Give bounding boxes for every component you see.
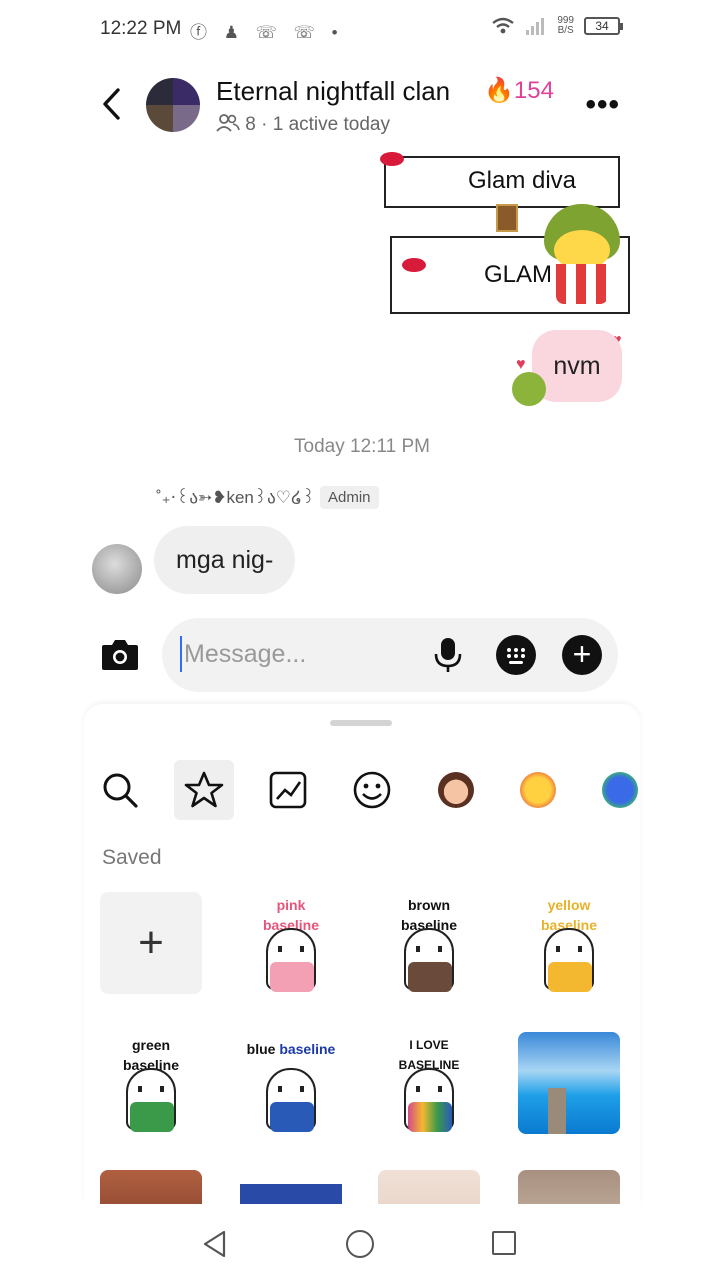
sticker-keyboard-icon[interactable] xyxy=(496,635,536,675)
chat-header: Eternal nightfall clan 🔥154 8 · 1 active… xyxy=(84,70,640,146)
admin-badge: Admin xyxy=(320,486,379,509)
frog-sticker-icon xyxy=(512,372,546,406)
streak-badge: 🔥154 xyxy=(484,76,554,105)
camera-icon[interactable] xyxy=(100,636,140,672)
pink-baseline-sticker[interactable]: pink baseline xyxy=(240,892,342,994)
network-speed: 999 B/S xyxy=(557,15,574,36)
message-composer: + xyxy=(84,618,640,692)
blue-monster-sticker-icon[interactable] xyxy=(590,760,640,820)
painting-icon xyxy=(496,204,518,232)
battery-icon: 34 xyxy=(584,17,623,35)
lips-icon xyxy=(402,258,426,272)
saved-section-label: Saved xyxy=(102,846,162,869)
message-input-pill: + xyxy=(162,618,618,692)
drag-handle[interactable] xyxy=(330,720,392,726)
trending-icon[interactable] xyxy=(258,760,318,820)
plus-icon[interactable]: + xyxy=(562,635,602,675)
group-name[interactable]: Eternal nightfall clan xyxy=(216,76,450,107)
incoming-message-bubble[interactable]: mga nig- xyxy=(154,526,296,594)
notification-icons: ⓕ ♟ ☏ ☏ • xyxy=(190,23,344,42)
sticker-tray: Saved + pink baseline brown baseline yel… xyxy=(84,704,640,1204)
sticker-card-top: Glam diva xyxy=(384,156,620,208)
sea-photo-sticker[interactable] xyxy=(518,1032,620,1134)
streak-count: 154 xyxy=(513,77,554,104)
group-avatar[interactable] xyxy=(146,78,200,132)
status-time: 12:22 PM xyxy=(100,18,182,39)
nav-home-icon[interactable] xyxy=(346,1230,374,1258)
search-icon[interactable] xyxy=(90,760,150,820)
i-love-baseline-sticker[interactable]: I LOVE BASELINE xyxy=(378,1032,480,1134)
nav-recents-icon[interactable] xyxy=(492,1231,516,1255)
star-icon[interactable] xyxy=(174,760,234,820)
tray-tabs xyxy=(84,760,640,820)
more-options-icon[interactable]: ••• xyxy=(585,88,620,122)
status-right: 999 B/S 34 xyxy=(491,15,623,36)
photo-sticker[interactable] xyxy=(378,1170,480,1204)
wifi-icon xyxy=(492,17,515,34)
green-baseline-sticker[interactable]: green baseline xyxy=(100,1032,202,1134)
sender-name[interactable]: ˚₊‧꒰ა➳❥ken꒱ა♡໒꒱ xyxy=(156,486,315,508)
avatar-stickers-icon[interactable] xyxy=(426,760,486,820)
microphone-icon[interactable] xyxy=(430,636,466,674)
brown-baseline-sticker[interactable]: brown baseline xyxy=(378,892,480,994)
photo-sticker[interactable] xyxy=(518,1170,620,1204)
lips-icon xyxy=(380,152,404,166)
message-thread[interactable]: Glam diva GLAM D ♥ nvm ♥ Today 12:11 PM … xyxy=(84,146,640,620)
signal-icon xyxy=(526,18,545,35)
system-nav-bar xyxy=(0,1204,720,1280)
heart-eyes-sticker-icon[interactable] xyxy=(508,760,568,820)
heart-icon: ♥ xyxy=(516,356,526,373)
popcorn-character-icon xyxy=(540,204,624,304)
message-timestamp: Today 12:11 PM xyxy=(294,436,430,457)
yellow-baseline-sticker[interactable]: yellow baseline xyxy=(518,892,620,994)
nav-back-icon[interactable] xyxy=(202,1230,228,1258)
group-meta: 8 · 1 active today xyxy=(216,114,390,136)
blue-baseline-sticker[interactable]: blue baseline xyxy=(240,1032,342,1134)
status-bar: 12:22 PM ⓕ ♟ ☏ ☏ • 999 B/S 34 xyxy=(0,0,720,60)
back-arrow-icon[interactable] xyxy=(96,84,126,124)
sender-avatar[interactable] xyxy=(92,544,142,594)
add-sticker-button[interactable]: + xyxy=(100,892,202,994)
message-input[interactable] xyxy=(180,636,420,672)
photo-sticker[interactable] xyxy=(240,1170,342,1204)
emoji-icon[interactable] xyxy=(342,760,402,820)
photo-sticker[interactable] xyxy=(100,1170,202,1204)
members-icon xyxy=(216,114,240,132)
fire-icon: 🔥 xyxy=(484,77,514,104)
glam-diva-sticker[interactable]: Glam diva GLAM D xyxy=(368,148,638,320)
